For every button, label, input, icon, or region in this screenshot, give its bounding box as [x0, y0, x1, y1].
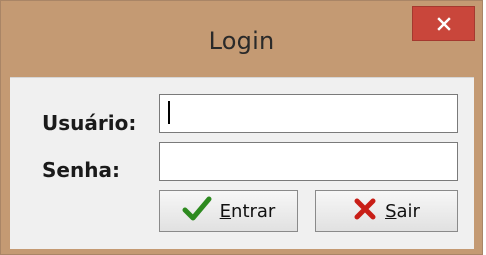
exit-button[interactable]: Sair	[315, 190, 458, 232]
text-cursor	[168, 101, 170, 124]
password-label: Senha:	[42, 158, 120, 182]
username-label: Usuário:	[42, 111, 137, 135]
exit-button-label: Sair	[385, 200, 420, 222]
checkmark-icon	[182, 196, 212, 227]
password-field[interactable]	[159, 142, 458, 181]
enter-button[interactable]: Entrar	[159, 190, 298, 232]
close-icon	[436, 16, 451, 31]
enter-button-label: Entrar	[219, 200, 276, 222]
close-button[interactable]	[412, 6, 475, 41]
window-title: Login	[208, 27, 275, 55]
login-window: Login Usuário: Senha: Entrar Sair	[0, 0, 483, 255]
dialog-body: Usuário: Senha: Entrar Sair	[10, 77, 474, 249]
username-field[interactable]	[159, 94, 458, 133]
x-mark-icon	[353, 197, 377, 226]
title-bar[interactable]: Login	[1, 1, 482, 77]
